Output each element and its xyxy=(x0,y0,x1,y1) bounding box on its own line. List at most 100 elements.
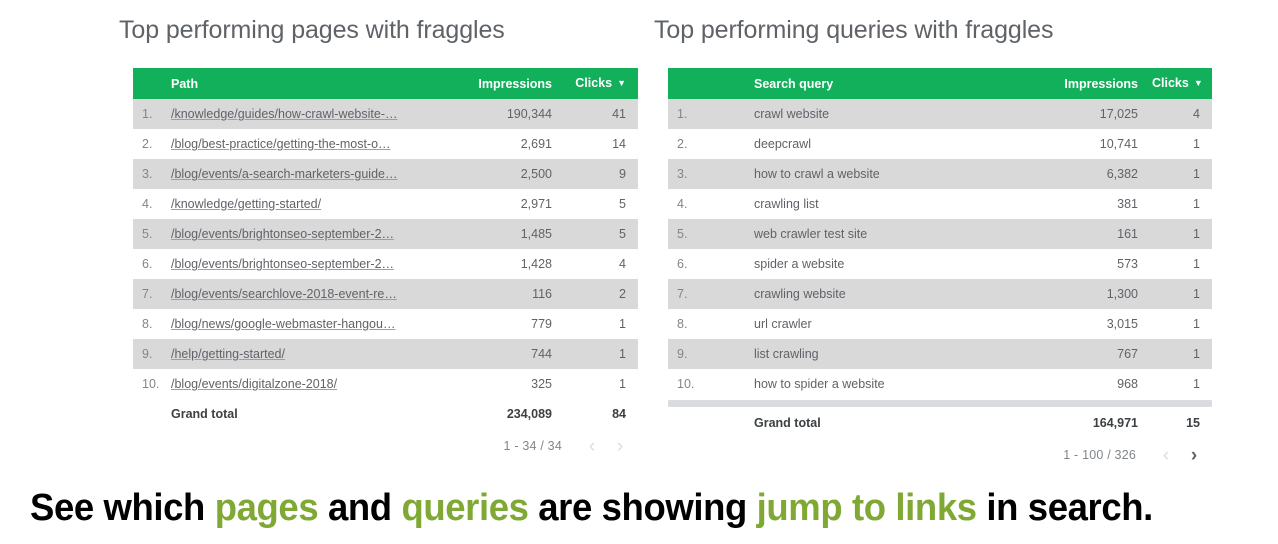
pages-prev-page-button[interactable]: ‹ xyxy=(578,437,606,456)
table-row[interactable]: 6./blog/events/brightonseo-september-2… 1… xyxy=(133,249,638,279)
row-path-cell[interactable]: /knowledge/guides/how-crawl-website-… xyxy=(171,99,446,129)
row-index: 1. xyxy=(668,99,754,129)
table-row[interactable]: 5. web crawler test site 161 1 xyxy=(668,219,1212,249)
queries-table-wrapper: Search query Impressions Clicks ▼ 1. crawl… xyxy=(668,68,1212,472)
table-row[interactable]: 6. spider a website 573 1 xyxy=(668,249,1212,279)
row-path-link[interactable]: /blog/events/a-search-marketers-guide… xyxy=(171,167,398,181)
row-query-cell: url crawler xyxy=(754,309,1032,339)
row-clicks: 5 xyxy=(566,189,638,219)
pages-col-impressions[interactable]: Impressions xyxy=(446,68,566,99)
row-impressions: 381 xyxy=(1032,189,1152,219)
row-path-cell[interactable]: /blog/events/a-search-marketers-guide… xyxy=(171,159,446,189)
pages-table: Path Impressions Clicks ▼ 1./knowledge/gu… xyxy=(133,68,638,429)
table-row[interactable]: 8. url crawler 3,015 1 xyxy=(668,309,1212,339)
row-path-cell[interactable]: /help/getting-started/ xyxy=(171,339,446,369)
pages-col-clicks[interactable]: Clicks ▼ xyxy=(566,68,638,99)
table-row[interactable]: 7./blog/events/searchlove-2018-event-re…… xyxy=(133,279,638,309)
grand-total-spacer xyxy=(668,408,754,438)
table-row[interactable]: 7. crawling website 1,300 1 xyxy=(668,279,1212,309)
row-query-text: list crawling xyxy=(754,347,819,361)
pages-next-page-button[interactable]: › xyxy=(606,437,634,456)
row-index: 5. xyxy=(668,219,754,249)
row-path-link[interactable]: /knowledge/guides/how-crawl-website-… xyxy=(171,107,398,121)
row-index: 9. xyxy=(668,339,754,369)
row-index: 8. xyxy=(668,309,754,339)
row-path-link[interactable]: /blog/events/brightonseo-september-2… xyxy=(171,227,394,241)
caption-highlight-pages: pages xyxy=(214,487,319,529)
scrollbar-thumb[interactable] xyxy=(668,400,1212,407)
row-query-cell: how to spider a website xyxy=(754,369,1032,399)
table-row[interactable]: 4./knowledge/getting-started/2,971 5 xyxy=(133,189,638,219)
table-row[interactable]: 1. crawl website 17,025 4 xyxy=(668,99,1212,129)
row-path-link[interactable]: /help/getting-started/ xyxy=(171,347,285,361)
row-index: 6. xyxy=(133,249,171,279)
pages-col-clicks-label: Clicks xyxy=(575,76,613,90)
row-clicks: 9 xyxy=(566,159,638,189)
table-row[interactable]: 3. how to crawl a website 6,382 1 xyxy=(668,159,1212,189)
table-row[interactable]: 10. how to spider a website 968 1 xyxy=(668,369,1212,399)
queries-col-index xyxy=(668,68,754,99)
row-index: 9. xyxy=(133,339,171,369)
row-impressions: 573 xyxy=(1032,249,1152,279)
table-row[interactable]: 5./blog/events/brightonseo-september-2… 1… xyxy=(133,219,638,249)
row-query-cell: crawling website xyxy=(754,279,1032,309)
horizontal-scrollbar-row[interactable] xyxy=(668,399,1212,408)
row-query-cell: how to crawl a website xyxy=(754,159,1032,189)
table-row[interactable]: 8./blog/news/google-webmaster-hangou… 779… xyxy=(133,309,638,339)
table-row[interactable]: 9. list crawling 767 1 xyxy=(668,339,1212,369)
queries-col-clicks[interactable]: Clicks ▼ xyxy=(1152,68,1212,99)
table-row[interactable]: 4. crawling list 381 1 xyxy=(668,189,1212,219)
row-impressions: 3,015 xyxy=(1032,309,1152,339)
queries-col-search-query[interactable]: Search query xyxy=(754,68,1032,99)
row-query-text: how to crawl a website xyxy=(754,167,880,181)
table-row[interactable]: 9./help/getting-started/744 1 xyxy=(133,339,638,369)
row-path-link[interactable]: /blog/events/brightonseo-september-2… xyxy=(171,257,394,271)
queries-table-body: 1. crawl website 17,025 4 2. deepcrawl 10,741 1… xyxy=(668,99,1212,438)
pages-table-wrapper: Path Impressions Clicks ▼ 1./knowledge/gu… xyxy=(133,68,638,463)
caption-highlight-queries: queries xyxy=(401,487,529,529)
row-query-text: deepcrawl xyxy=(754,137,811,151)
row-path-cell[interactable]: /blog/events/brightonseo-september-2… xyxy=(171,219,446,249)
horizontal-scrollbar[interactable] xyxy=(668,399,1212,408)
table-row[interactable]: 2. deepcrawl 10,741 1 xyxy=(668,129,1212,159)
queries-table-head: Search query Impressions Clicks ▼ xyxy=(668,68,1212,99)
row-path-link[interactable]: /blog/best-practice/getting-the-most-o… xyxy=(171,137,391,151)
row-path-cell[interactable]: /blog/events/brightonseo-september-2… xyxy=(171,249,446,279)
queries-col-impressions[interactable]: Impressions xyxy=(1032,68,1152,99)
row-path-cell[interactable]: /blog/news/google-webmaster-hangou… xyxy=(171,309,446,339)
sort-descending-icon: ▼ xyxy=(617,78,626,88)
row-path-link[interactable]: /blog/news/google-webmaster-hangou… xyxy=(171,317,395,331)
grand-total-label: Grand total xyxy=(754,408,1032,438)
row-path-cell[interactable]: /blog/events/digitalzone-2018/ xyxy=(171,369,446,399)
row-path-cell[interactable]: /knowledge/getting-started/ xyxy=(171,189,446,219)
row-index: 3. xyxy=(133,159,171,189)
queries-next-page-button[interactable]: › xyxy=(1180,446,1208,465)
queries-prev-page-button[interactable]: ‹ xyxy=(1152,446,1180,465)
row-clicks: 1 xyxy=(566,369,638,399)
row-path-link[interactable]: /blog/events/searchlove-2018-event-re… xyxy=(171,287,397,301)
row-clicks: 1 xyxy=(1152,369,1212,399)
table-row[interactable]: 1./knowledge/guides/how-crawl-website-… 1… xyxy=(133,99,638,129)
row-query-text: url crawler xyxy=(754,317,812,331)
caption-part-3: are showing xyxy=(528,487,757,529)
row-impressions: 2,971 xyxy=(446,189,566,219)
table-row[interactable]: 10./blog/events/digitalzone-2018/325 1 xyxy=(133,369,638,399)
row-impressions: 161 xyxy=(1032,219,1152,249)
row-index: 1. xyxy=(133,99,171,129)
row-index: 10. xyxy=(133,369,171,399)
table-row[interactable]: 3./blog/events/a-search-marketers-guide…… xyxy=(133,159,638,189)
table-row[interactable]: 2./blog/best-practice/getting-the-most-o… xyxy=(133,129,638,159)
row-path-cell[interactable]: /blog/best-practice/getting-the-most-o… xyxy=(171,129,446,159)
row-query-cell: list crawling xyxy=(754,339,1032,369)
pages-pagination-range: 1 - 34 / 34 xyxy=(503,439,562,453)
row-path-link[interactable]: /blog/events/digitalzone-2018/ xyxy=(171,377,337,391)
row-index: 8. xyxy=(133,309,171,339)
row-path-cell[interactable]: /blog/events/searchlove-2018-event-re… xyxy=(171,279,446,309)
queries-panel: Top performing queries with fraggles xyxy=(648,0,1213,46)
grand-total-impressions: 234,089 xyxy=(446,399,566,429)
pages-col-path[interactable]: Path xyxy=(171,68,446,99)
row-path-link[interactable]: /knowledge/getting-started/ xyxy=(171,197,321,211)
caption-part-1: See which xyxy=(30,487,215,529)
grand-total-spacer xyxy=(133,399,171,429)
row-impressions: 17,025 xyxy=(1032,99,1152,129)
